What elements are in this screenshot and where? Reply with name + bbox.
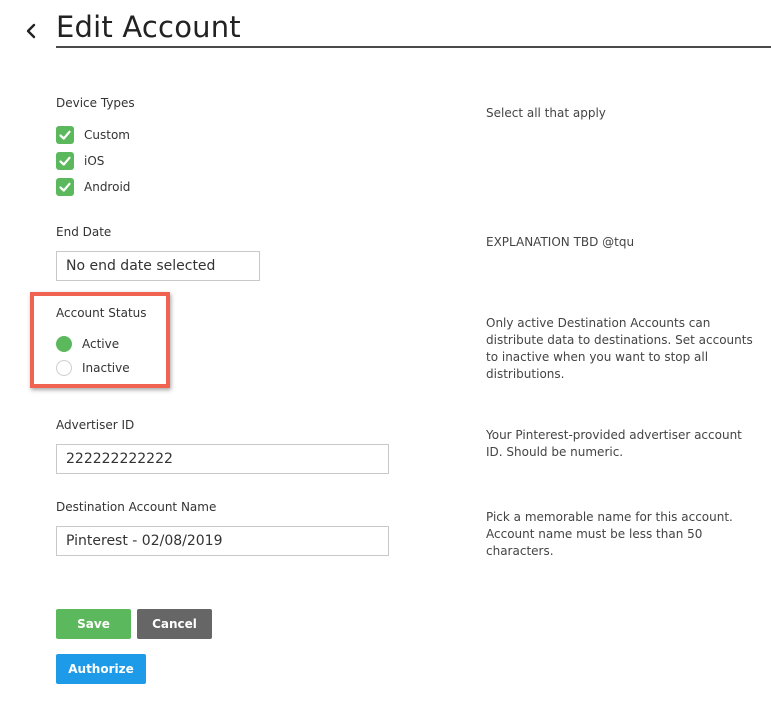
end-date-field[interactable] [56, 251, 260, 281]
title-divider [56, 46, 771, 48]
authorize-button[interactable]: Authorize [56, 654, 146, 684]
end-date-help: EXPLANATION TBD @tqu [486, 235, 635, 249]
end-date-label: End Date [56, 225, 112, 239]
checkbox-checked-icon[interactable] [56, 178, 74, 196]
page-title: Edit Account [56, 10, 241, 44]
checkbox-label-android: Android [84, 180, 131, 194]
radio-active[interactable]: Active [56, 335, 119, 353]
radio-label-inactive: Inactive [82, 361, 130, 375]
destination-name-field[interactable] [56, 526, 389, 556]
advertiser-id-help: Your Pinterest-provided advertiser accou… [486, 428, 742, 459]
checkbox-ios[interactable]: iOS [56, 151, 104, 171]
radio-inactive[interactable]: Inactive [56, 359, 130, 377]
save-button[interactable]: Save [56, 609, 131, 639]
checkbox-checked-icon[interactable] [56, 126, 74, 144]
device-types-help: Select all that apply [486, 106, 606, 120]
checkbox-checked-icon[interactable] [56, 152, 74, 170]
cancel-button[interactable]: Cancel [137, 609, 212, 639]
checkbox-android[interactable]: Android [56, 177, 130, 197]
destination-name-help: Pick a memorable name for this account. … [486, 510, 733, 558]
advertiser-id-field[interactable] [56, 444, 389, 474]
radio-selected-icon[interactable] [56, 336, 72, 352]
chevron-left-icon[interactable] [22, 18, 42, 44]
checkbox-custom[interactable]: Custom [56, 125, 130, 145]
radio-unselected-icon[interactable] [56, 360, 72, 376]
device-types-label: Device Types [56, 96, 135, 110]
destination-name-label: Destination Account Name [56, 500, 217, 514]
radio-label-active: Active [82, 337, 120, 351]
account-status-label: Account Status [56, 306, 147, 320]
checkbox-label-ios: iOS [84, 154, 105, 168]
account-status-help: Only active Destination Accounts can dis… [486, 316, 753, 381]
checkbox-label-custom: Custom [84, 128, 130, 142]
advertiser-id-label: Advertiser ID [56, 418, 135, 432]
